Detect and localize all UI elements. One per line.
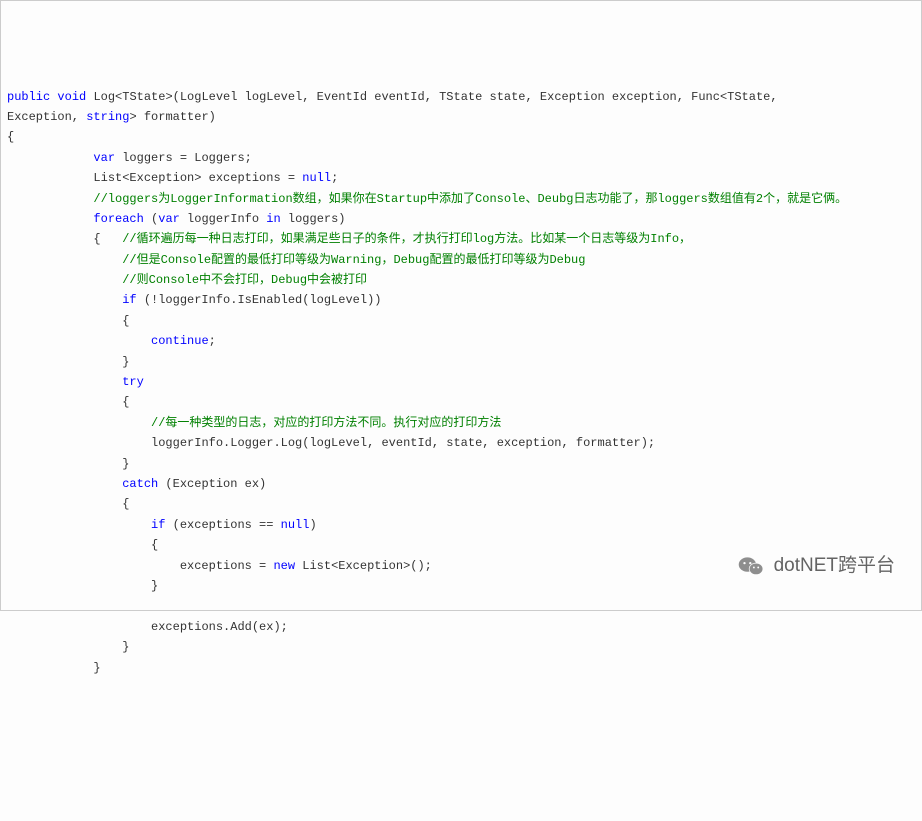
watermark-text: dotNET跨平台 bbox=[774, 550, 895, 582]
comment-line: //则Console中不会打印，Debug中会被打印 bbox=[122, 273, 367, 287]
kw-public: public bbox=[7, 90, 50, 104]
comment-line: //loggers为LoggerInformation数组，如果你在Startu… bbox=[93, 192, 847, 206]
catch-param: (Exception ex) bbox=[158, 477, 266, 491]
brace: } bbox=[151, 579, 158, 593]
brace: } bbox=[93, 661, 100, 675]
kw-if: if bbox=[122, 293, 136, 307]
brace: } bbox=[122, 640, 129, 654]
paren-close: ) bbox=[309, 518, 316, 532]
kw-null: null bbox=[302, 171, 331, 185]
kw-void: void bbox=[57, 90, 86, 104]
watermark: dotNET跨平台 bbox=[738, 550, 895, 582]
brace: } bbox=[122, 355, 129, 369]
comment-line: //但是Console配置的最低打印等级为Warning，Debug配置的最低打… bbox=[122, 253, 585, 267]
stmt-exceptions-decl: List<Exception> exceptions = bbox=[93, 171, 302, 185]
call-log: loggerInfo.Logger.Log(logLevel, eventId,… bbox=[151, 436, 655, 450]
kw-new: new bbox=[273, 559, 295, 573]
kw-in: in bbox=[266, 212, 280, 226]
paren: ( bbox=[144, 212, 158, 226]
semicolon: ; bbox=[331, 171, 338, 185]
brace-open: { bbox=[7, 130, 14, 144]
sig-line2b: > formatter) bbox=[129, 110, 215, 124]
brace: { bbox=[93, 232, 122, 246]
stmt-loggers: loggers = Loggers; bbox=[115, 151, 252, 165]
kw-string: string bbox=[86, 110, 129, 124]
assign-exceptions: exceptions = bbox=[180, 559, 274, 573]
wechat-icon bbox=[738, 555, 764, 577]
kw-continue: continue bbox=[151, 334, 209, 348]
brace: { bbox=[151, 538, 158, 552]
brace: } bbox=[122, 457, 129, 471]
kw-if2: if bbox=[151, 518, 165, 532]
kw-null2: null bbox=[281, 518, 310, 532]
id-loggerinfo: loggerInfo bbox=[180, 212, 266, 226]
kw-try: try bbox=[122, 375, 144, 389]
brace: { bbox=[122, 497, 129, 511]
kw-var2: var bbox=[158, 212, 180, 226]
kw-catch: catch bbox=[122, 477, 158, 491]
brace: { bbox=[122, 395, 129, 409]
id-loggers: loggers) bbox=[281, 212, 346, 226]
new-list: List<Exception>(); bbox=[295, 559, 432, 573]
sig-line2a: Exception, bbox=[7, 110, 79, 124]
cond-isenabled: (!loggerInfo.IsEnabled(logLevel)) bbox=[137, 293, 382, 307]
semicolon: ; bbox=[209, 334, 216, 348]
comment-line: //循环遍历每一种日志打印，如果满足些日子的条件，才执行打印log方法。比如某一… bbox=[122, 232, 691, 246]
comment-line: //每一种类型的日志，对应的打印方法不同。执行对应的打印方法 bbox=[151, 416, 501, 430]
kw-var: var bbox=[93, 151, 115, 165]
call-add: exceptions.Add(ex); bbox=[151, 620, 288, 634]
brace: { bbox=[122, 314, 129, 328]
cond-null: (exceptions == bbox=[165, 518, 280, 532]
sig-line1: Log<TState>(LogLevel logLevel, EventId e… bbox=[93, 90, 777, 104]
kw-foreach: foreach bbox=[93, 212, 143, 226]
code-block: public void Log<TState>(LogLevel logLeve… bbox=[7, 87, 915, 678]
